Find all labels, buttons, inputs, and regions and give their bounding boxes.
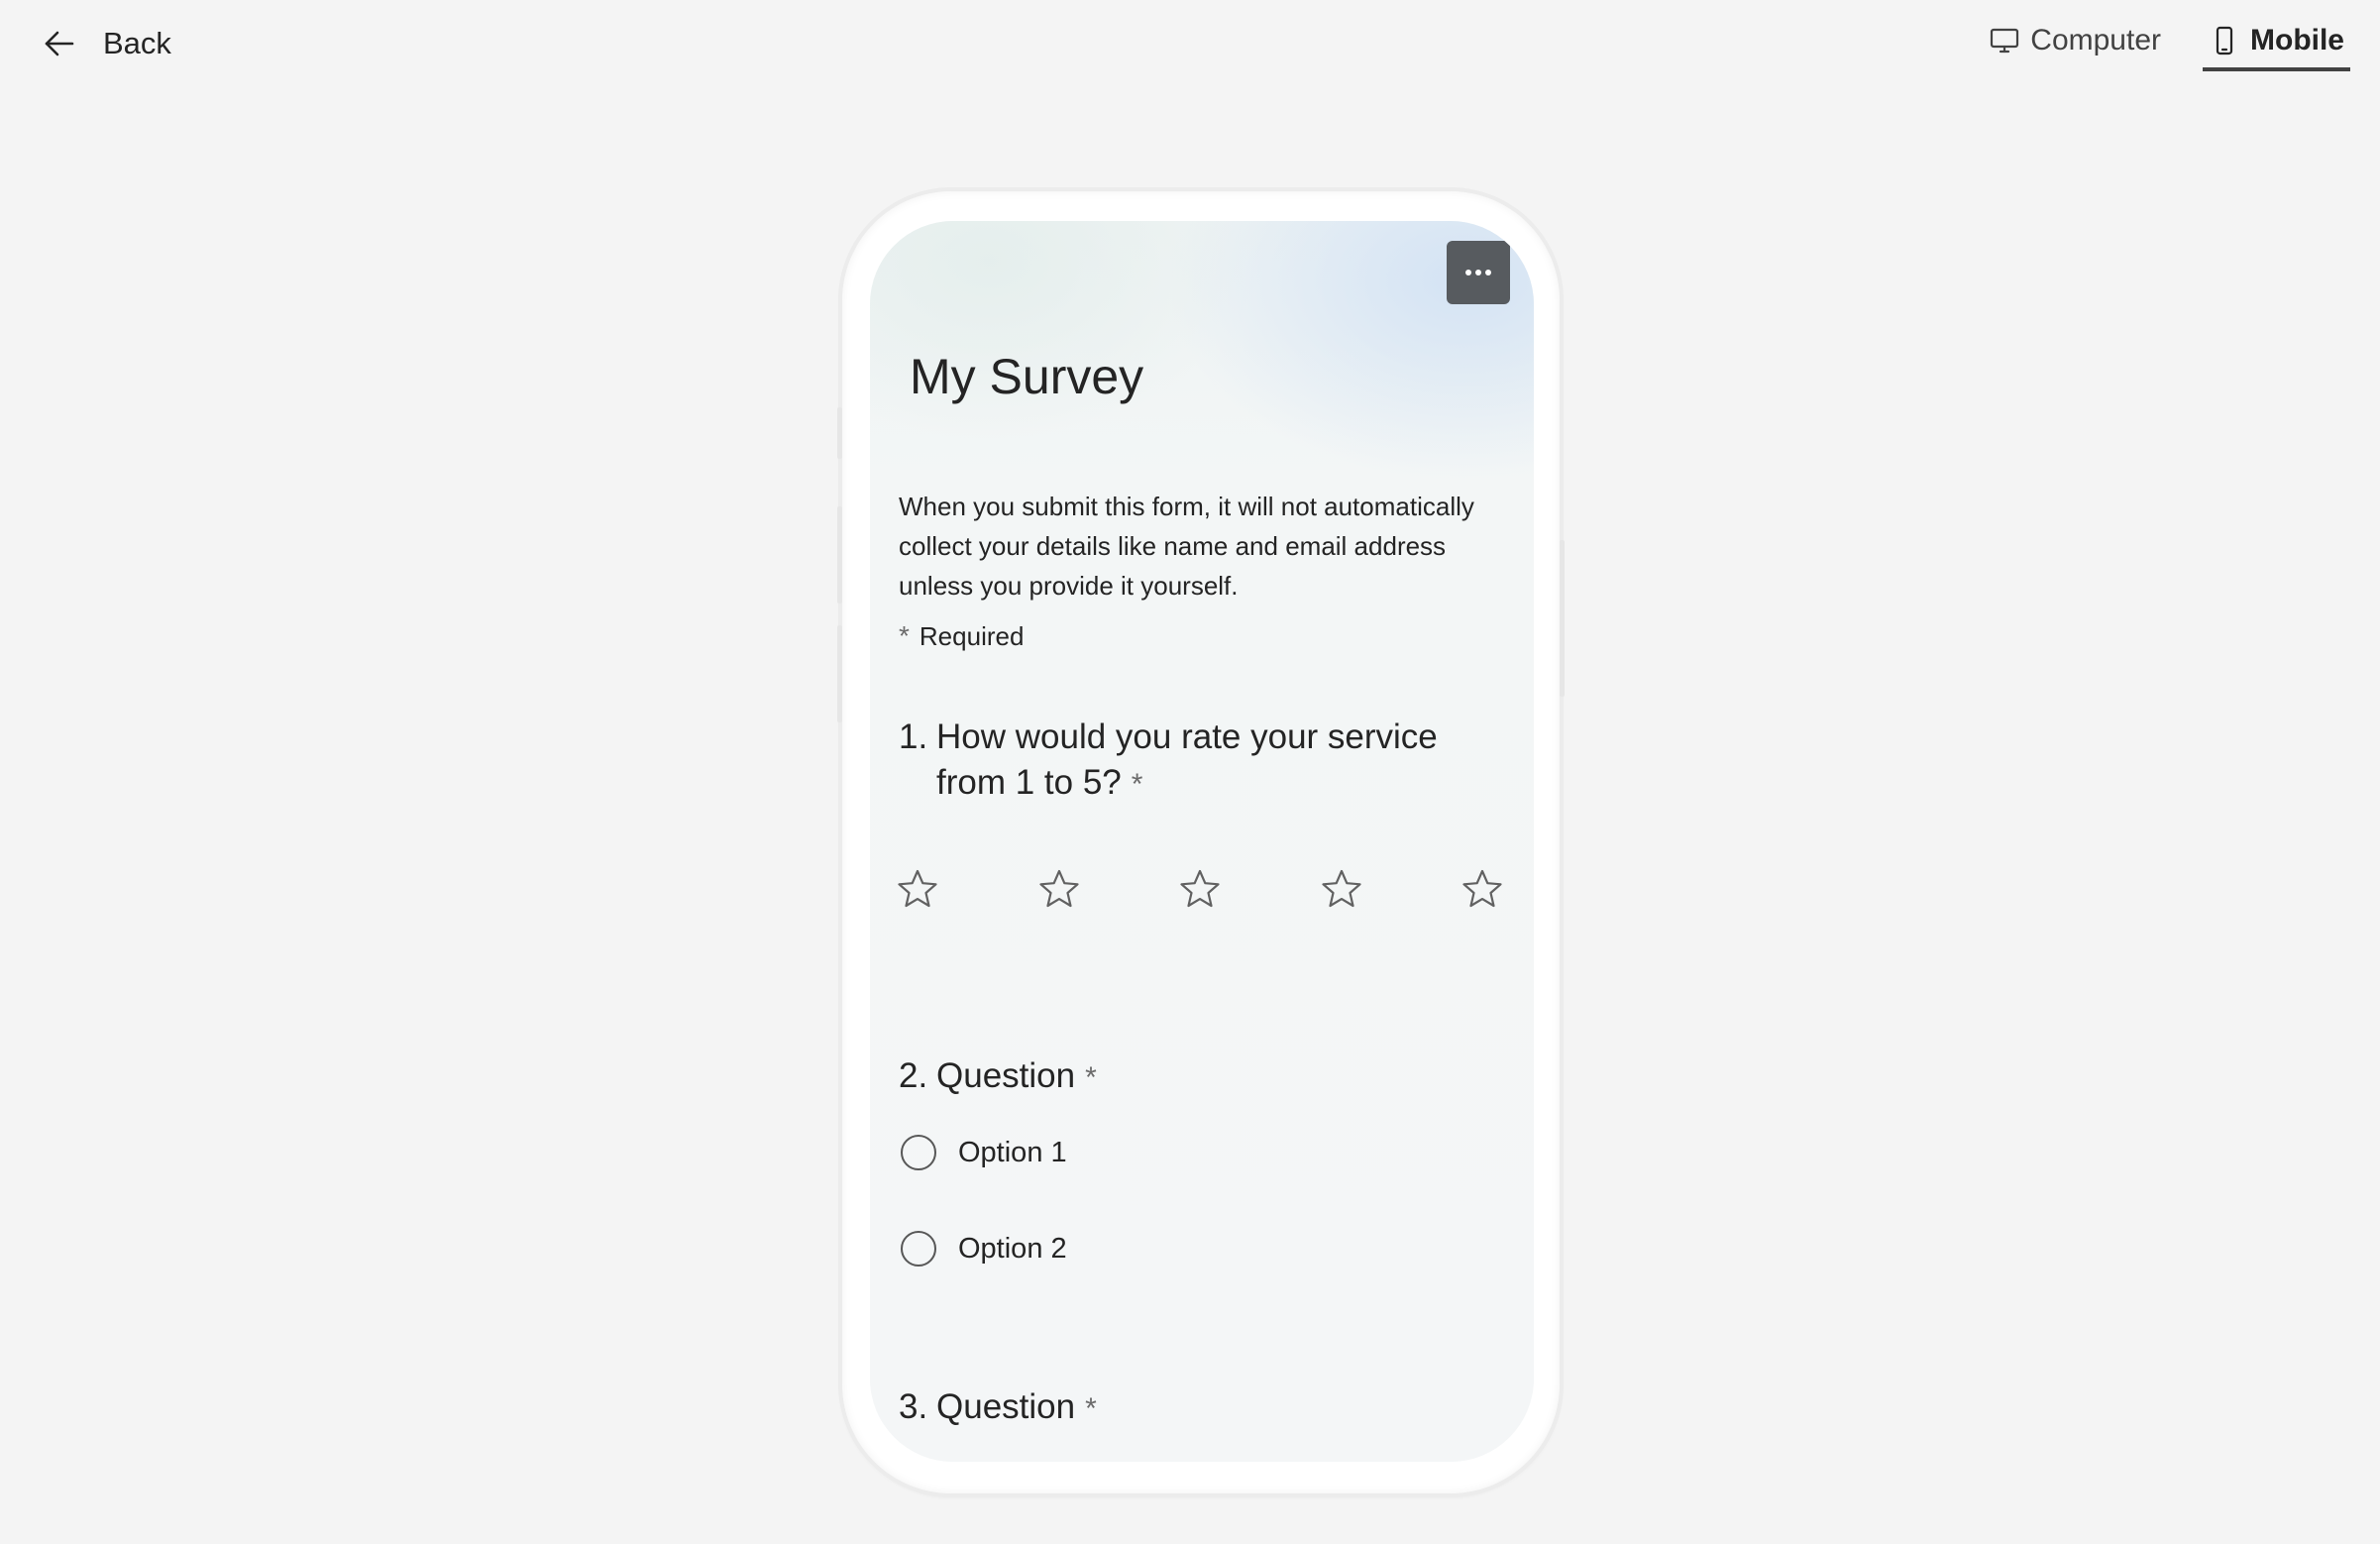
phone-volume-up-button (837, 506, 842, 604)
tab-computer[interactable]: Computer (1983, 14, 2167, 67)
tab-mobile-label: Mobile (2250, 24, 2344, 56)
option-label: Option 2 (958, 1232, 1067, 1265)
question-3-title: 3. Question * (899, 1384, 1513, 1432)
phone-volume-down-button (837, 625, 842, 722)
view-toggle: Computer Mobile (1983, 14, 2350, 71)
phone-power-button (1560, 540, 1565, 697)
question-2-title: 2. Question * (899, 1053, 1513, 1101)
tab-mobile[interactable]: Mobile (2203, 14, 2350, 71)
question-number: 1. (899, 717, 928, 756)
option-1-radio[interactable]: Option 1 (901, 1135, 1067, 1170)
form-title: My Survey (910, 349, 1144, 404)
more-options-button[interactable] (1447, 241, 1510, 304)
question-number: 2. (899, 1056, 928, 1095)
question-text: Question * (936, 1053, 1513, 1101)
star-icon[interactable] (896, 867, 939, 911)
required-asterisk: * (1131, 768, 1143, 801)
question-2-text: Question (936, 1056, 1076, 1095)
option-label: Option 1 (958, 1136, 1067, 1168)
question-number: 3. (899, 1387, 928, 1426)
question-text: Question * (936, 1384, 1513, 1432)
star-icon[interactable] (1460, 867, 1504, 911)
tab-computer-label: Computer (2030, 24, 2161, 56)
radio-button[interactable] (901, 1135, 936, 1170)
question-3-text: Question (936, 1387, 1076, 1426)
required-asterisk: * (899, 620, 910, 651)
required-asterisk: * (1085, 1061, 1097, 1094)
back-button[interactable]: Back (40, 18, 171, 69)
required-asterisk: * (1085, 1392, 1097, 1425)
required-legend: * Required (899, 620, 1024, 652)
question-text: How would you rate your service from 1 t… (936, 715, 1513, 808)
star-icon[interactable] (1037, 867, 1081, 911)
question-1-title: 1. How would you rate your service from … (899, 715, 1513, 808)
star-icon[interactable] (1320, 867, 1363, 911)
phone-frame: My Survey When you submit this form, it … (837, 191, 1565, 1493)
form-header-background (870, 221, 1534, 1462)
arrow-left-icon (45, 31, 74, 56)
monitor-icon (1991, 28, 2019, 54)
question-1-text: How would you rate your service from 1 t… (936, 717, 1438, 802)
required-label: Required (919, 621, 1025, 651)
back-label: Back (103, 26, 171, 60)
radio-button[interactable] (901, 1231, 936, 1267)
mobile-icon (2216, 26, 2233, 55)
form-preview-screen[interactable]: My Survey When you submit this form, it … (870, 221, 1534, 1462)
form-description: When you submit this form, it will not a… (899, 492, 1474, 601)
more-horizontal-icon (1465, 270, 1491, 276)
phone-side-button (837, 407, 842, 459)
option-2-radio[interactable]: Option 2 (901, 1231, 1067, 1267)
star-icon[interactable] (1178, 867, 1222, 911)
rating-stars (896, 867, 1504, 911)
